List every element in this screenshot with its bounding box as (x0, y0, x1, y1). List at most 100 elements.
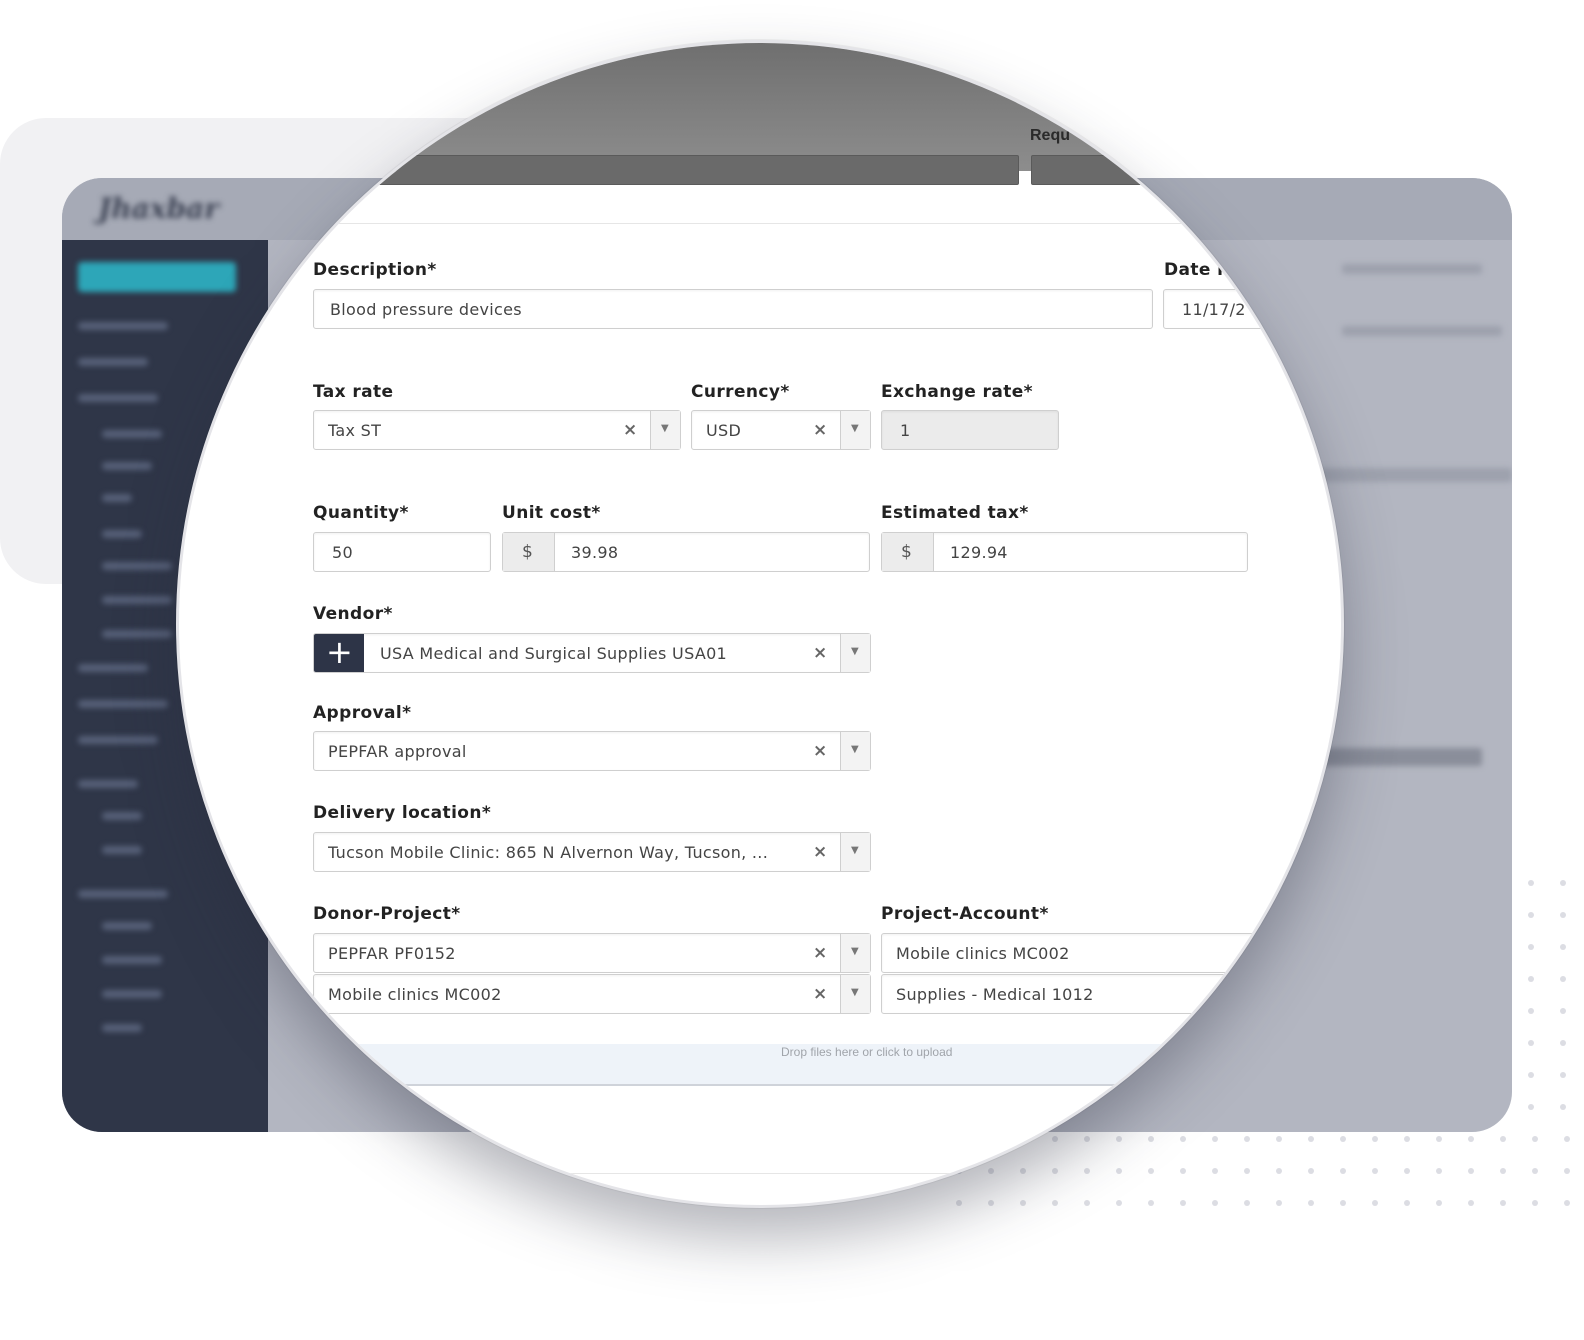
clear-icon[interactable]: × (813, 842, 827, 862)
dot (1404, 1200, 1410, 1206)
donor-project-select-2[interactable]: Mobile clinics MC002 × ▼ (313, 974, 871, 1014)
dropdown-toggle[interactable]: ▼ (840, 934, 870, 972)
dot (1564, 1168, 1570, 1174)
estimated-tax-value: 129.94 (950, 543, 1008, 562)
dot (1532, 1136, 1538, 1142)
quantity-input[interactable]: 50 (313, 532, 491, 572)
dot (1468, 1168, 1474, 1174)
unit-cost-input[interactable]: $ 39.98 (502, 532, 870, 572)
sidebar-item[interactable] (102, 494, 132, 502)
vendor-value: USA Medical and Surgical Supplies USA01 (380, 644, 728, 663)
dot (1532, 1200, 1538, 1206)
divider (303, 1173, 1341, 1174)
estimated-tax-input[interactable]: $ 129.94 (881, 532, 1248, 572)
dropdown-toggle[interactable]: ▼ (840, 411, 870, 449)
clear-icon[interactable]: × (813, 943, 827, 963)
sidebar-item[interactable] (102, 462, 152, 470)
dot (1528, 1008, 1534, 1014)
dot (1468, 1200, 1474, 1206)
magnifier-lens: Requ Description* Blood pressure devices… (176, 40, 1344, 1208)
dot (1564, 1200, 1570, 1206)
project-account-select-2[interactable]: Supplies - Medical 1012 (881, 974, 1301, 1014)
description-value: Blood pressure devices (330, 300, 522, 319)
header-input-requested[interactable] (1031, 155, 1151, 185)
sidebar-item[interactable] (102, 812, 142, 820)
clear-icon[interactable]: × (813, 741, 827, 761)
sidebar-item[interactable] (102, 562, 172, 570)
tax-rate-select[interactable]: Tax ST × ▼ (313, 410, 681, 450)
donor-project-value: PEPFAR PF0152 (328, 944, 456, 963)
exchange-rate-input: 1 (881, 410, 1059, 450)
sidebar-item[interactable] (78, 780, 138, 788)
delivery-location-label: Delivery location* (313, 803, 492, 823)
sidebar-item[interactable] (102, 922, 152, 930)
date-input[interactable]: 11/17/2 (1163, 289, 1323, 329)
upload-hint: Drop files here or click to upload (781, 1045, 953, 1059)
sidebar-item[interactable] (102, 630, 172, 638)
sidebar-item[interactable] (78, 890, 168, 898)
sidebar-item[interactable] (78, 736, 158, 744)
dot (1560, 1008, 1566, 1014)
sidebar-item[interactable] (102, 990, 162, 998)
donor-project-label: Donor-Project* (313, 904, 461, 924)
dot (1560, 912, 1566, 918)
plus-icon: + (326, 633, 353, 671)
dot (1560, 1040, 1566, 1046)
sidebar-item[interactable] (102, 596, 172, 604)
dot (1560, 976, 1566, 982)
exchange-rate-label: Exchange rate* (881, 382, 1033, 402)
tax-rate-label: Tax rate (313, 382, 394, 402)
header-input[interactable] (303, 155, 1019, 185)
dot (1436, 1168, 1442, 1174)
dropdown-toggle[interactable]: ▼ (840, 833, 870, 871)
clear-icon[interactable]: × (813, 643, 827, 663)
approval-label: Approval* (313, 703, 412, 723)
chevron-down-icon: ▼ (851, 423, 859, 434)
clear-icon[interactable]: × (813, 420, 827, 440)
unit-cost-label: Unit cost* (502, 503, 601, 523)
dot (1532, 1168, 1538, 1174)
dollar-icon: $ (901, 542, 912, 562)
dropdown-toggle[interactable]: ▼ (840, 634, 870, 672)
tax-rate-value: Tax ST (328, 421, 382, 440)
currency-addon: $ (503, 533, 555, 571)
approval-select[interactable]: PEPFAR approval × ▼ (313, 731, 871, 771)
content-row (1342, 264, 1482, 274)
dot (1436, 1136, 1442, 1142)
currency-select[interactable]: USD × ▼ (691, 410, 871, 450)
dot (1500, 1200, 1506, 1206)
sidebar-item[interactable] (78, 700, 168, 708)
project-account-select[interactable]: Mobile clinics MC002 (881, 933, 1301, 973)
sidebar-item[interactable] (78, 394, 158, 402)
dot (1560, 944, 1566, 950)
sidebar-item[interactable] (102, 956, 162, 964)
dropdown-toggle[interactable]: ▼ (650, 411, 680, 449)
dropdown-toggle[interactable]: ▼ (840, 732, 870, 770)
description-input[interactable]: Blood pressure devices (313, 289, 1153, 329)
clear-icon[interactable]: × (813, 984, 827, 1004)
lens-header-strip: Requ (179, 43, 1341, 185)
content-row (1342, 326, 1502, 336)
sidebar-item[interactable] (102, 1024, 142, 1032)
project-account-value-2: Supplies - Medical 1012 (896, 985, 1094, 1004)
dot (1500, 1136, 1506, 1142)
estimated-tax-label: Estimated tax* (881, 503, 1029, 523)
donor-project-select[interactable]: PEPFAR PF0152 × ▼ (313, 933, 871, 973)
dot (1560, 1072, 1566, 1078)
sidebar-item[interactable] (78, 322, 168, 330)
sidebar-item[interactable] (78, 664, 148, 672)
delivery-location-select[interactable]: Tucson Mobile Clinic: 865 N Alvernon Way… (313, 832, 871, 872)
sidebar-item[interactable] (102, 430, 162, 438)
clear-icon[interactable]: × (623, 420, 637, 440)
sidebar-item[interactable] (102, 846, 142, 854)
dot (1560, 1104, 1566, 1110)
vendor-select[interactable]: + USA Medical and Surgical Supplies USA0… (313, 633, 871, 673)
dot (1404, 1168, 1410, 1174)
file-upload-dropzone[interactable]: Drop files here or click to upload (303, 1044, 1203, 1086)
add-vendor-button[interactable]: + (314, 634, 364, 672)
sidebar-item[interactable] (102, 530, 142, 538)
quantity-label: Quantity* (313, 503, 409, 523)
sidebar-item[interactable] (78, 358, 148, 366)
currency-addon: $ (882, 533, 934, 571)
dropdown-toggle[interactable]: ▼ (840, 975, 870, 1013)
